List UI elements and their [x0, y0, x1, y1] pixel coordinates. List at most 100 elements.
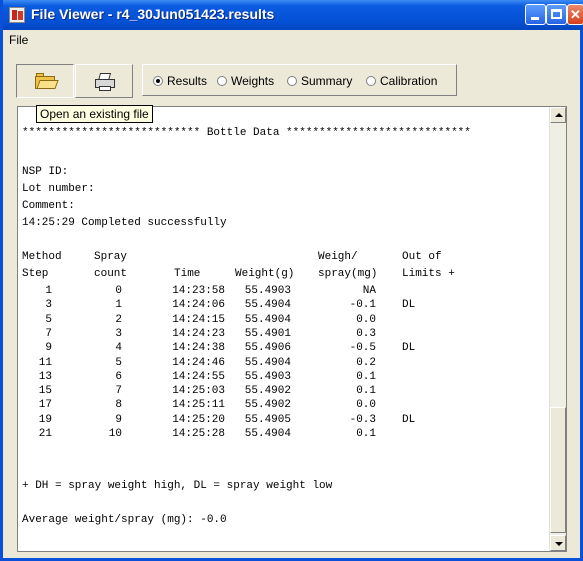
table-cell-spray: NA [362, 285, 376, 297]
minimize-icon [531, 17, 539, 20]
table-cell-limits: DL [402, 342, 416, 355]
scroll-up-button[interactable] [550, 107, 566, 123]
table-cell-weight: 55.4904 [244, 299, 291, 312]
radio-button-icon [366, 76, 376, 86]
table-cell-step: 3 [45, 299, 52, 312]
toolbar: Results Weights Summary Calibration [11, 62, 459, 98]
close-icon: ✕ [570, 7, 581, 22]
table-cell-step: 21 [38, 428, 52, 440]
table-cell-count: 6 [115, 370, 122, 383]
table-cell-time: 14:25:11 [172, 399, 225, 412]
table-cell-weight: 55.4906 [244, 342, 291, 355]
app-icon[interactable] [9, 7, 25, 23]
header-step: Step [22, 268, 49, 280]
table-cell-weight: 55.4901 [244, 327, 291, 340]
radio-results[interactable]: Results [153, 74, 207, 88]
radio-results-label: Results [167, 74, 208, 88]
table-cell-time: 14:25:20 [172, 413, 225, 426]
radio-calibration-label: Calibration [380, 74, 438, 88]
table-cell-spray: 0.0 [356, 399, 376, 412]
table-cell-step: 15 [38, 385, 52, 398]
radio-summary-label: Summary [301, 74, 353, 88]
table-cell-step: 11 [38, 356, 52, 369]
table-cell-count: 8 [115, 399, 122, 412]
table-cell-count: 5 [115, 356, 122, 369]
table-cell-count: 3 [115, 327, 122, 340]
header-out-of: Out of [402, 251, 442, 263]
table-cell-count: 10 [108, 428, 122, 440]
table-cell-limits: DL [402, 299, 416, 312]
table-cell-time: 14:24:55 [172, 370, 225, 383]
header-method: Method [22, 251, 62, 263]
vertical-scrollbar[interactable] [549, 107, 566, 551]
scroll-thumb[interactable] [550, 407, 566, 533]
radio-weights-label: Weights [231, 74, 275, 88]
comment-line: Comment: [22, 200, 75, 212]
results-text-view[interactable]: *************************** Bottle Data … [17, 106, 567, 552]
radio-summary[interactable]: Summary [287, 74, 352, 88]
table-cell-count: 0 [115, 285, 122, 297]
table-cell-step: 13 [38, 370, 52, 383]
lot-number-line: Lot number: [22, 183, 95, 195]
header-weigh: Weigh/ [318, 251, 358, 263]
open-file-tooltip: Open an existing file [36, 105, 153, 123]
menu-bar: File [3, 30, 580, 52]
bottle-data-banner: *************************** Bottle Data … [22, 127, 471, 139]
menu-file[interactable]: File [9, 33, 28, 47]
scroll-down-button[interactable] [550, 535, 566, 551]
header-time: Time [174, 268, 201, 280]
header-spray-mg: spray(mg) [318, 268, 378, 280]
file-viewer-window: File Viewer - r4_30Jun051423.results ✕ F… [0, 0, 583, 561]
report-text: *************************** Bottle Data … [22, 127, 552, 547]
table-cell-step: 17 [38, 399, 52, 412]
print-button[interactable] [75, 64, 133, 98]
radio-button-icon [153, 76, 163, 86]
table-cell-weight: 55.4902 [244, 399, 291, 412]
header-count: count [94, 268, 128, 280]
arrow-up-icon [555, 113, 563, 117]
table-cell-count: 1 [115, 299, 122, 312]
table-cell-spray: 0.2 [356, 356, 376, 369]
status-line: 14:25:29 Completed successfully [22, 217, 227, 229]
folder-open-icon [35, 73, 59, 89]
radio-button-icon [287, 76, 297, 86]
maximize-icon [551, 9, 562, 19]
table-cell-weight: 55.4902 [244, 385, 291, 398]
radio-weights[interactable]: Weights [217, 74, 274, 88]
table-cell-time: 14:24:15 [172, 313, 225, 326]
table-cell-time: 14:24:38 [172, 342, 225, 355]
table-cell-weight: 55.4905 [244, 413, 291, 426]
table-cell-count: 7 [115, 385, 122, 398]
table-cell-time: 14:23:58 [172, 285, 225, 297]
table-cell-time: 14:24:46 [172, 356, 225, 369]
table-cell-weight: 55.4903 [244, 285, 291, 297]
table-cell-step: 7 [45, 327, 52, 340]
header-spray: Spray [94, 251, 128, 263]
table-cell-time: 14:24:23 [172, 327, 225, 340]
table-cell-spray: 0.1 [356, 370, 376, 383]
table-cell-spray: -0.5 [349, 342, 376, 355]
table-cell-spray: 0.1 [356, 428, 376, 440]
maximize-button[interactable] [546, 4, 567, 25]
title-bar[interactable]: File Viewer - r4_30Jun051423.results ✕ [3, 0, 583, 30]
table-cell-spray: -0.3 [349, 413, 376, 426]
radio-button-icon [217, 76, 227, 86]
minimize-button[interactable] [525, 4, 546, 25]
radio-calibration[interactable]: Calibration [366, 74, 437, 88]
window-title: File Viewer - r4_30Jun051423.results [31, 6, 275, 22]
average-line: Average weight/spray (mg): -0.0 [22, 514, 227, 526]
table-cell-spray: 0.3 [356, 327, 376, 340]
table-cell-spray: 0.1 [356, 385, 376, 398]
table-cell-time: 14:25:28 [172, 428, 225, 440]
table-cell-count: 4 [115, 342, 122, 355]
table-cell-step: 19 [38, 413, 52, 426]
arrow-down-icon [555, 542, 563, 546]
printer-icon [95, 73, 115, 91]
open-file-button[interactable] [16, 64, 74, 98]
table-cell-weight: 55.4904 [244, 313, 291, 326]
table-cell-step: 1 [45, 285, 52, 297]
table-cell-time: 14:25:03 [172, 385, 225, 398]
close-button[interactable]: ✕ [567, 4, 583, 25]
header-weight: Weight(g) [235, 268, 295, 280]
table-cell-spray: -0.1 [349, 299, 376, 312]
